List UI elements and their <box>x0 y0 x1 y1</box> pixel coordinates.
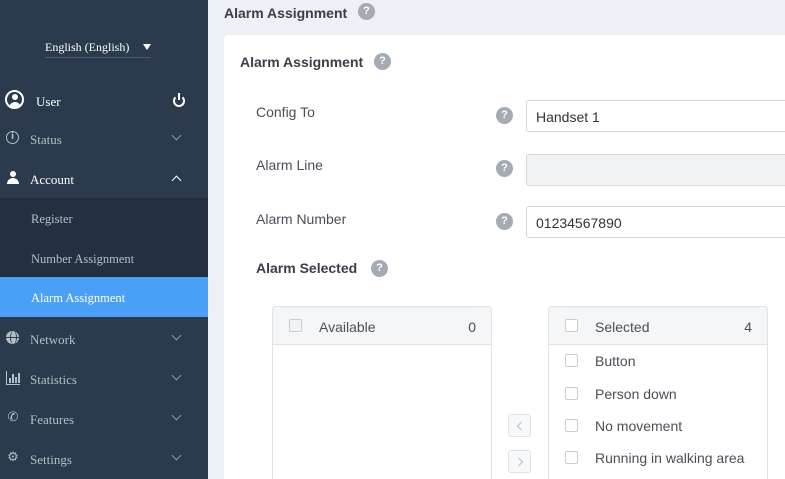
sidebar-subitem-label: Register <box>31 212 73 226</box>
item-label: Running in walking area <box>595 450 745 466</box>
bar-chart-icon <box>6 371 20 385</box>
available-list: Available 0 <box>272 306 492 479</box>
sidebar-item-label: Statistics <box>30 372 77 387</box>
select-all-selected-checkbox[interactable] <box>565 319 578 332</box>
available-title: Available <box>319 319 376 335</box>
sidebar-item-label: Network <box>30 332 76 347</box>
sidebar-subitem-label: Number Assignment <box>31 252 135 266</box>
language-label: English (English) <box>45 40 130 54</box>
sidebar-item-label: Settings <box>30 452 72 467</box>
sidebar-subitem-register[interactable]: Register <box>0 198 208 238</box>
item-checkbox[interactable] <box>565 354 578 367</box>
config-to-label: Config To <box>256 104 315 120</box>
list-item[interactable]: Running in walking area <box>549 441 767 473</box>
help-icon[interactable]: ? <box>496 160 513 177</box>
globe-icon <box>6 331 19 344</box>
sidebar-item-features[interactable]: ✆ Features <box>0 398 208 438</box>
available-count: 0 <box>468 319 476 335</box>
move-right-button[interactable] <box>508 450 531 473</box>
info-icon: i <box>6 131 19 144</box>
item-label: No movement <box>595 418 683 434</box>
phone-icon: ✆ <box>7 410 19 425</box>
caret-down-icon <box>143 44 151 50</box>
gear-icon: ⚙ <box>7 450 19 465</box>
sidebar-item-status[interactable]: i Status <box>0 118 208 158</box>
item-label: Button <box>595 353 636 369</box>
help-icon[interactable]: ? <box>358 3 375 20</box>
list-item[interactable]: Person down <box>549 377 767 409</box>
selected-list-header: Selected 4 <box>549 307 767 345</box>
list-item[interactable]: No movement <box>549 409 767 441</box>
move-left-button[interactable] <box>508 414 531 437</box>
config-to-select[interactable]: Handset 1 <box>526 100 785 132</box>
account-icon <box>6 171 20 185</box>
selected-list: Selected 4 Button Person down No movemen… <box>548 306 768 479</box>
help-icon[interactable]: ? <box>374 53 391 70</box>
alarm-line-field <box>526 154 785 186</box>
user-label: User <box>36 94 61 109</box>
alarm-assignment-card: Alarm Assignment ? Config To ? Handset 1… <box>224 35 785 479</box>
chevron-up-icon <box>171 175 182 186</box>
language-select[interactable]: English (English) <box>45 38 151 58</box>
card-title: Alarm Assignment <box>240 54 364 70</box>
chevron-down-icon <box>171 450 182 461</box>
help-icon[interactable]: ? <box>496 213 513 230</box>
selected-title: Selected <box>595 319 650 335</box>
sidebar-item-label: Features <box>30 412 75 427</box>
chevron-down-icon <box>171 130 182 141</box>
sidebar-subitem-label: Alarm Assignment <box>31 291 126 305</box>
sidebar-item-account[interactable]: Account <box>0 158 208 198</box>
sidebar: English (English) User i Status Account … <box>0 0 208 479</box>
help-icon[interactable]: ? <box>371 260 388 277</box>
alarm-number-input[interactable]: 01234567890 <box>526 206 785 238</box>
sidebar-item-network[interactable]: Network <box>0 318 208 358</box>
chevron-down-icon <box>171 370 182 381</box>
sidebar-item-label: Status <box>30 132 62 147</box>
alarm-selected-title: Alarm Selected <box>256 260 358 276</box>
chevron-down-icon <box>171 330 182 341</box>
chevron-down-icon <box>171 410 182 421</box>
alarm-line-label: Alarm Line <box>256 157 323 173</box>
item-checkbox[interactable] <box>565 419 578 432</box>
selected-count: 4 <box>744 319 752 335</box>
user-row: User <box>0 86 208 116</box>
select-all-available-checkbox[interactable] <box>289 319 302 332</box>
page-header: Alarm Assignment ? <box>208 0 785 28</box>
sidebar-subitem-number-assignment[interactable]: Number Assignment <box>0 238 208 278</box>
power-icon[interactable] <box>173 93 185 107</box>
help-icon[interactable]: ? <box>496 107 513 124</box>
item-label: Person down <box>595 386 677 402</box>
sidebar-item-settings[interactable]: ⚙ Settings <box>0 438 208 478</box>
user-avatar-icon <box>5 90 24 109</box>
alarm-number-label: Alarm Number <box>256 211 347 227</box>
list-item[interactable]: Button <box>549 344 767 376</box>
available-list-header: Available 0 <box>273 307 491 345</box>
sidebar-item-label: Account <box>30 172 75 187</box>
page-title: Alarm Assignment <box>224 5 348 21</box>
sidebar-item-statistics[interactable]: Statistics <box>0 358 208 398</box>
sidebar-subitem-alarm-assignment[interactable]: Alarm Assignment <box>0 277 208 317</box>
item-checkbox[interactable] <box>565 451 578 464</box>
item-checkbox[interactable] <box>565 387 578 400</box>
